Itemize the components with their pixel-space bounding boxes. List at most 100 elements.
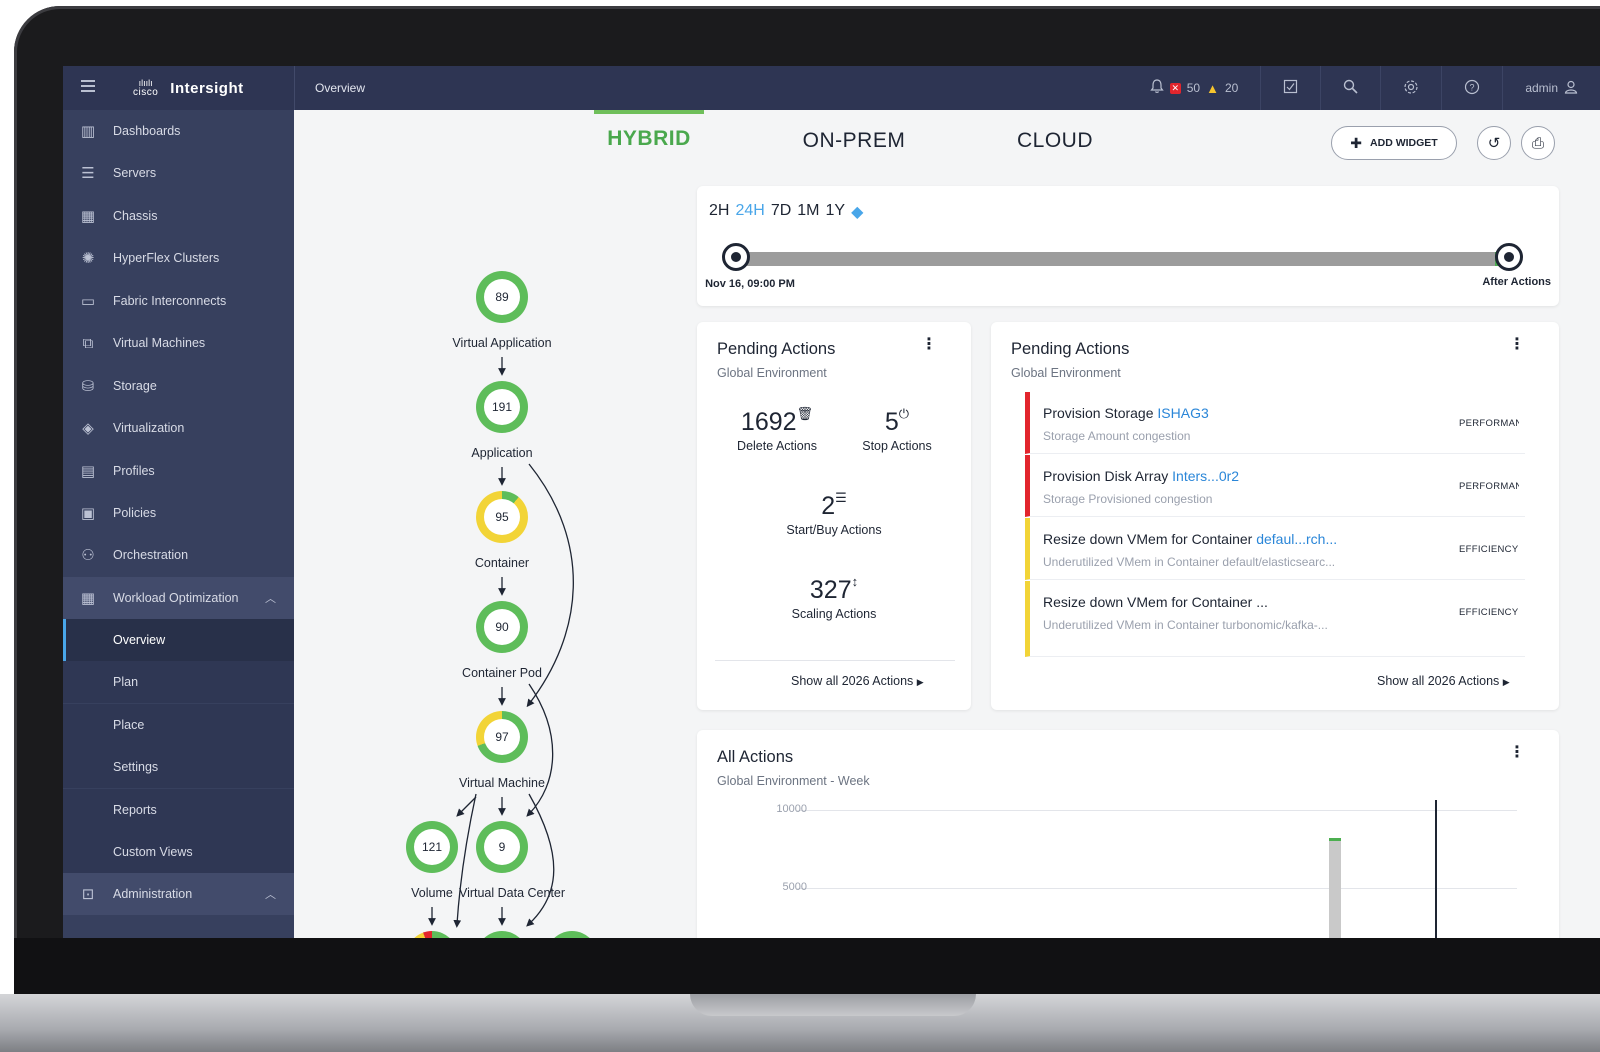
range-24h[interactable]: 24H xyxy=(735,202,764,222)
sidebar-subitem-place[interactable]: Place xyxy=(63,704,294,746)
card-title: Pending Actions xyxy=(717,340,836,358)
sidebar-item-virtualization[interactable]: ◈ Virtualization xyxy=(63,407,294,449)
user-name[interactable]: admin xyxy=(1525,81,1558,95)
search-button[interactable] xyxy=(1320,66,1380,110)
start-buy-actions-metric[interactable]: 2☰ Start/Buy Actions xyxy=(786,490,881,537)
sidebar-item-virtual-machines[interactable]: ⧉ Virtual Machines xyxy=(63,322,294,364)
sidebar-item-policies[interactable]: ▣ Policies xyxy=(63,492,294,534)
action-title: Provision Storage ISHAG3 xyxy=(1043,405,1209,421)
help-icon[interactable]: ? xyxy=(1464,79,1480,98)
metric-value: 2 xyxy=(821,492,836,520)
sidebar-subitem-custom-views[interactable]: Custom Views xyxy=(63,831,294,873)
bell-icon[interactable] xyxy=(1150,79,1164,97)
topbar-divider xyxy=(294,66,295,110)
print-button[interactable]: ⎙ xyxy=(1521,126,1555,160)
search-icon[interactable] xyxy=(1343,79,1358,97)
delete-actions-metric[interactable]: 1692🗑 Delete Actions xyxy=(737,406,817,453)
sidebar-item-administration[interactable]: ⊡ Administration ︿ xyxy=(63,873,294,915)
action-target-link[interactable]: Inters...0r2 xyxy=(1172,468,1239,484)
sidebar-subitem-settings[interactable]: Settings xyxy=(63,746,294,788)
supply-chain-node-vapp[interactable]: 89 xyxy=(476,271,528,323)
sidebar-item-servers[interactable]: ☰ Servers xyxy=(63,152,294,194)
supply-chain-node-vm[interactable]: 97 xyxy=(476,711,528,763)
timeline-end-label: After Actions xyxy=(1482,276,1551,288)
brand[interactable]: ılıılı cisco Intersight xyxy=(133,66,244,110)
refresh-button[interactable]: ↺ xyxy=(1477,126,1511,160)
warning-count[interactable]: 20 xyxy=(1225,81,1238,95)
node-label: Virtual Machine xyxy=(459,776,545,790)
action-target-link[interactable]: ISHAG3 xyxy=(1157,405,1208,421)
action-target-link[interactable]: defaul...rch... xyxy=(1256,531,1337,547)
time-range-selector: 2H 24H 7D 1M 1Y ◆ xyxy=(709,202,863,222)
timeline-end-handle[interactable] xyxy=(1495,243,1523,271)
sidebar-item-label: Policies xyxy=(113,506,157,520)
sidebar-item-fabric[interactable]: ▭ Fabric Interconnects xyxy=(63,280,294,322)
tasks-button[interactable] xyxy=(1260,66,1320,110)
supply-chain-node-container[interactable]: 95 xyxy=(476,491,528,543)
sidebar-item-label: Fabric Interconnects xyxy=(113,294,227,308)
sidebar-subitem-plan[interactable]: Plan xyxy=(63,661,294,703)
sidebar-item-label: Workload Optimization xyxy=(113,591,239,605)
sidebar-subitem-overview[interactable]: Overview xyxy=(63,619,294,661)
more-options-icon[interactable]: ⋮ xyxy=(1509,745,1525,761)
menu-icon[interactable] xyxy=(81,80,95,92)
show-all-actions-link[interactable]: Show all 2026 Actions ▶ xyxy=(791,674,924,688)
tasks-icon[interactable] xyxy=(1283,79,1298,97)
sidebar-item-label: Profiles xyxy=(113,464,155,478)
notifications[interactable]: ✕ 50 ▲ 20 xyxy=(1128,66,1261,110)
chevron-up-icon[interactable]: ︿ xyxy=(265,886,276,902)
action-row[interactable]: Resize down VMem for Container defaul...… xyxy=(1025,518,1525,580)
supply-chain-node-volume[interactable]: 121 xyxy=(406,821,458,873)
supply-chain-node-app[interactable]: 191 xyxy=(476,381,528,433)
timeline-start-handle[interactable] xyxy=(722,243,750,271)
sidebar-item-hyperflex[interactable]: ✺ HyperFlex Clusters xyxy=(63,237,294,279)
action-row[interactable]: Resize down VMem for Container ... Under… xyxy=(1025,581,1525,657)
range-2h[interactable]: 2H xyxy=(709,202,729,222)
range-7d[interactable]: 7D xyxy=(771,202,791,222)
tab-cloud[interactable]: CLOUD xyxy=(1005,114,1105,168)
sidebar-item-chassis[interactable]: ▦ Chassis xyxy=(63,195,294,237)
admin-icon: ⊡ xyxy=(81,886,95,903)
app-screen: ılıılı cisco Intersight Overview ✕ 50 ▲ … xyxy=(63,66,1600,938)
settings-button[interactable] xyxy=(1380,66,1441,110)
more-options-icon[interactable]: ⋮ xyxy=(921,337,937,353)
sidebar-item-dashboards[interactable]: ▥ Dashboards xyxy=(63,110,294,152)
card-subtitle: Global Environment xyxy=(1011,366,1121,380)
sidebar-subitem-reports[interactable]: Reports xyxy=(63,789,294,831)
add-widget-button[interactable]: ✚ ADD WIDGET xyxy=(1331,126,1457,160)
error-count[interactable]: 50 xyxy=(1187,81,1200,95)
stop-actions-metric[interactable]: 5⏻ Stop Actions xyxy=(862,406,932,453)
chart-bar[interactable] xyxy=(1329,838,1341,938)
range-1m[interactable]: 1M xyxy=(797,202,819,222)
user-menu[interactable]: admin xyxy=(1502,66,1600,110)
diamond-icon[interactable]: ◆ xyxy=(851,202,863,222)
user-icon[interactable] xyxy=(1564,80,1578,97)
plus-icon: ✚ xyxy=(1350,134,1363,151)
settings-icon[interactable] xyxy=(1403,79,1419,98)
hyperflex-icon: ✺ xyxy=(81,250,95,267)
card-title: Pending Actions xyxy=(1011,340,1130,358)
more-options-icon[interactable]: ⋮ xyxy=(1509,337,1525,353)
policies-icon: ▣ xyxy=(80,505,96,522)
scaling-actions-metric[interactable]: 327↕ Scaling Actions xyxy=(792,574,877,621)
help-button[interactable]: ? xyxy=(1441,66,1502,110)
sidebar-item-workload-optimization[interactable]: ▦ Workload Optimization ︿ xyxy=(63,577,294,619)
action-row[interactable]: Provision Storage ISHAG3 Storage Amount … xyxy=(1025,392,1525,454)
node-count: 89 xyxy=(484,279,520,315)
error-icon[interactable]: ✕ xyxy=(1169,82,1181,94)
sidebar-item-storage[interactable]: ⛁ Storage xyxy=(63,365,294,407)
show-all-actions-link[interactable]: Show all 2026 Actions ▶ xyxy=(1377,674,1510,688)
action-title: Provision Disk Array Inters...0r2 xyxy=(1043,468,1240,484)
warning-icon[interactable]: ▲ xyxy=(1206,81,1219,96)
sidebar-item-profiles[interactable]: ▤ Profiles xyxy=(63,450,294,492)
range-1y[interactable]: 1Y xyxy=(826,202,846,222)
sidebar-item-orchestration[interactable]: ⚇ Orchestration xyxy=(63,534,294,576)
action-row[interactable]: Provision Disk Array Inters...0r2 Storag… xyxy=(1025,455,1525,517)
timeline-track[interactable] xyxy=(735,252,1511,266)
node-count: 121 xyxy=(414,829,450,865)
supply-chain-node-pod[interactable]: 90 xyxy=(476,601,528,653)
chevron-up-icon[interactable]: ︿ xyxy=(265,590,276,606)
tab-on-prem[interactable]: ON-PREM xyxy=(794,114,914,168)
supply-chain-node-vdc[interactable]: 9 xyxy=(476,821,528,873)
tab-hybrid[interactable]: HYBRID xyxy=(594,110,704,164)
